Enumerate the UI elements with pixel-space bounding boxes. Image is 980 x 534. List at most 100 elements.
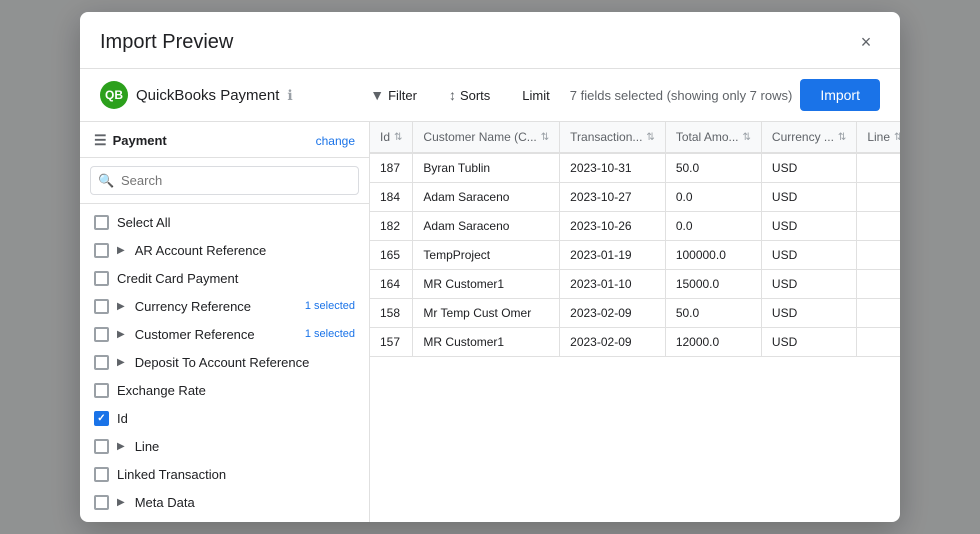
modal-close-button[interactable]: × bbox=[852, 28, 880, 56]
right-panel: Id⇅Customer Name (C...⇅Transaction...⇅To… bbox=[370, 122, 900, 522]
cell-col_customer_name: Adam Saraceno bbox=[413, 183, 560, 212]
limit-button[interactable]: Limit bbox=[510, 82, 561, 109]
table-row: 158Mr Temp Cust Omer2023-02-0950.0USD bbox=[370, 299, 900, 328]
field-item-ar_account_reference[interactable]: ▶ AR Account Reference bbox=[80, 236, 369, 264]
table-row: 157MR Customer12023-02-0912000.0USD bbox=[370, 328, 900, 357]
field-item-exchange_rate[interactable]: Exchange Rate bbox=[80, 376, 369, 404]
cell-col_id: 165 bbox=[370, 241, 413, 270]
sort-icon-col_total_amount: ⇅ bbox=[743, 132, 751, 143]
field-label-exchange_rate: Exchange Rate bbox=[117, 383, 355, 398]
col-header-col_id[interactable]: Id⇅ bbox=[370, 122, 413, 153]
field-label-meta_data: Meta Data bbox=[135, 495, 355, 510]
info-icon[interactable]: ℹ bbox=[287, 87, 292, 104]
cell-col_id: 184 bbox=[370, 183, 413, 212]
col-header-col_total_amount[interactable]: Total Amo...⇅ bbox=[665, 122, 761, 153]
entity-name-label: Payment bbox=[113, 133, 167, 148]
field-item-meta_data[interactable]: ▶ Meta Data bbox=[80, 488, 369, 516]
cell-col_total_amount: 0.0 bbox=[665, 183, 761, 212]
checkbox-meta_data[interactable] bbox=[94, 495, 109, 510]
modal-body: ☰ Payment change 🔍 Select All bbox=[80, 122, 900, 522]
field-label-currency_reference: Currency Reference bbox=[135, 299, 297, 314]
select-all-label: Select All bbox=[117, 215, 355, 230]
cell-col_currency: USD bbox=[761, 299, 856, 328]
sorts-button[interactable]: ↕ Sorts bbox=[437, 81, 502, 109]
field-item-line[interactable]: ▶Line bbox=[80, 432, 369, 460]
cell-col_customer_name: Byran Tublin bbox=[413, 153, 560, 183]
field-item-customer_reference[interactable]: ▶Customer Reference1 selected bbox=[80, 320, 369, 348]
sort-icon-col_line: ⇅ bbox=[894, 132, 900, 143]
field-item-linked_transaction[interactable]: Linked Transaction bbox=[80, 460, 369, 488]
select-all-item[interactable]: Select All bbox=[80, 208, 369, 236]
checkbox-linked_transaction[interactable] bbox=[94, 467, 109, 482]
entity-icon: ☰ bbox=[94, 132, 107, 149]
datasource-name: QuickBooks Payment bbox=[136, 87, 279, 104]
chevron-icon-ar_account_reference: ▶ bbox=[117, 245, 125, 256]
table-row: 182Adam Saraceno2023-10-260.0USD bbox=[370, 212, 900, 241]
cell-col_transaction_date: 2023-02-09 bbox=[560, 328, 666, 357]
data-table: Id⇅Customer Name (C...⇅Transaction...⇅To… bbox=[370, 122, 900, 357]
modal-overlay: Import Preview × QB QuickBooks Payment ℹ… bbox=[0, 0, 980, 534]
cell-col_total_amount: 15000.0 bbox=[665, 270, 761, 299]
field-label-ar_account_reference: AR Account Reference bbox=[135, 243, 355, 258]
sort-icon-col_id: ⇅ bbox=[394, 132, 402, 143]
sort-icon-col_transaction_date: ⇅ bbox=[646, 132, 654, 143]
filter-button[interactable]: ▼ Filter bbox=[358, 81, 429, 109]
table-row: 164MR Customer12023-01-1015000.0USD123 bbox=[370, 270, 900, 299]
sort-icon-col_currency: ⇅ bbox=[838, 132, 846, 143]
cell-col_currency: USD bbox=[761, 212, 856, 241]
field-item-credit_card_payment[interactable]: Credit Card Payment bbox=[80, 264, 369, 292]
table-row: 187Byran Tublin2023-10-3150.0USD bbox=[370, 153, 900, 183]
checkbox-deposit_to_account_reference[interactable] bbox=[94, 355, 109, 370]
col-header-col_currency[interactable]: Currency ...⇅ bbox=[761, 122, 856, 153]
cell-col_transaction_date: 2023-10-26 bbox=[560, 212, 666, 241]
checkbox-customer_reference[interactable] bbox=[94, 327, 109, 342]
checkbox-credit_card_payment[interactable] bbox=[94, 271, 109, 286]
chevron-icon-deposit_to_account_reference: ▶ bbox=[117, 357, 125, 368]
search-input[interactable] bbox=[90, 166, 359, 195]
cell-col_transaction_date: 2023-01-10 bbox=[560, 270, 666, 299]
checkbox-id[interactable] bbox=[94, 411, 109, 426]
cell-col_currency: USD bbox=[761, 270, 856, 299]
cell-col_transaction_date: 2023-01-19 bbox=[560, 241, 666, 270]
cell-col_total_amount: 100000.0 bbox=[665, 241, 761, 270]
datasource-info: QB QuickBooks Payment ℹ bbox=[100, 81, 293, 109]
toolbar-actions: ▼ Filter ↕ Sorts Limit 7 fields selected… bbox=[358, 79, 880, 111]
chevron-icon-meta_data: ▶ bbox=[117, 497, 125, 508]
chevron-icon-line: ▶ bbox=[117, 441, 125, 452]
modal-subheader: QB QuickBooks Payment ℹ ▼ Filter ↕ Sorts… bbox=[80, 69, 900, 122]
cell-col_line bbox=[857, 299, 900, 328]
field-label-customer_reference: Customer Reference bbox=[135, 327, 297, 342]
field-item-payment_method_reference[interactable]: ▶Payment Method Reference bbox=[80, 516, 369, 522]
cell-col_customer_name: TempProject bbox=[413, 241, 560, 270]
col-header-col_line[interactable]: Line⇅ bbox=[857, 122, 900, 153]
checkbox-line[interactable] bbox=[94, 439, 109, 454]
cell-col_line bbox=[857, 270, 900, 299]
import-button[interactable]: Import bbox=[800, 79, 880, 111]
checkbox-exchange_rate[interactable] bbox=[94, 383, 109, 398]
checkbox-ar_account_reference[interactable] bbox=[94, 243, 109, 258]
cell-col_transaction_date: 2023-10-31 bbox=[560, 153, 666, 183]
checkbox-currency_reference[interactable] bbox=[94, 299, 109, 314]
filter-label: Filter bbox=[388, 88, 417, 103]
fields-container: ▶ AR Account Reference Credit Card Payment… bbox=[80, 236, 369, 522]
cell-col_line bbox=[857, 241, 900, 270]
cell-col_id: 182 bbox=[370, 212, 413, 241]
modal-title: Import Preview bbox=[100, 31, 233, 54]
field-item-deposit_to_account_reference[interactable]: ▶Deposit To Account Reference bbox=[80, 348, 369, 376]
col-header-col_customer_name[interactable]: Customer Name (C...⇅ bbox=[413, 122, 560, 153]
cell-col_id: 164 bbox=[370, 270, 413, 299]
field-item-currency_reference[interactable]: ▶Currency Reference1 selected bbox=[80, 292, 369, 320]
search-icon: 🔍 bbox=[98, 173, 114, 189]
chevron-icon-currency_reference: ▶ bbox=[117, 301, 125, 312]
change-link[interactable]: change bbox=[316, 134, 355, 148]
cell-col_line bbox=[857, 153, 900, 183]
table-row: 165TempProject2023-01-19100000.0USD12345 bbox=[370, 241, 900, 270]
cell-col_line bbox=[857, 328, 900, 357]
select-all-checkbox[interactable] bbox=[94, 215, 109, 230]
cell-col_total_amount: 12000.0 bbox=[665, 328, 761, 357]
cell-col_line bbox=[857, 212, 900, 241]
col-header-col_transaction_date[interactable]: Transaction...⇅ bbox=[560, 122, 666, 153]
fields-info: 7 fields selected (showing only 7 rows) bbox=[570, 88, 793, 103]
field-item-id[interactable]: Id bbox=[80, 404, 369, 432]
filter-icon: ▼ bbox=[370, 87, 384, 103]
